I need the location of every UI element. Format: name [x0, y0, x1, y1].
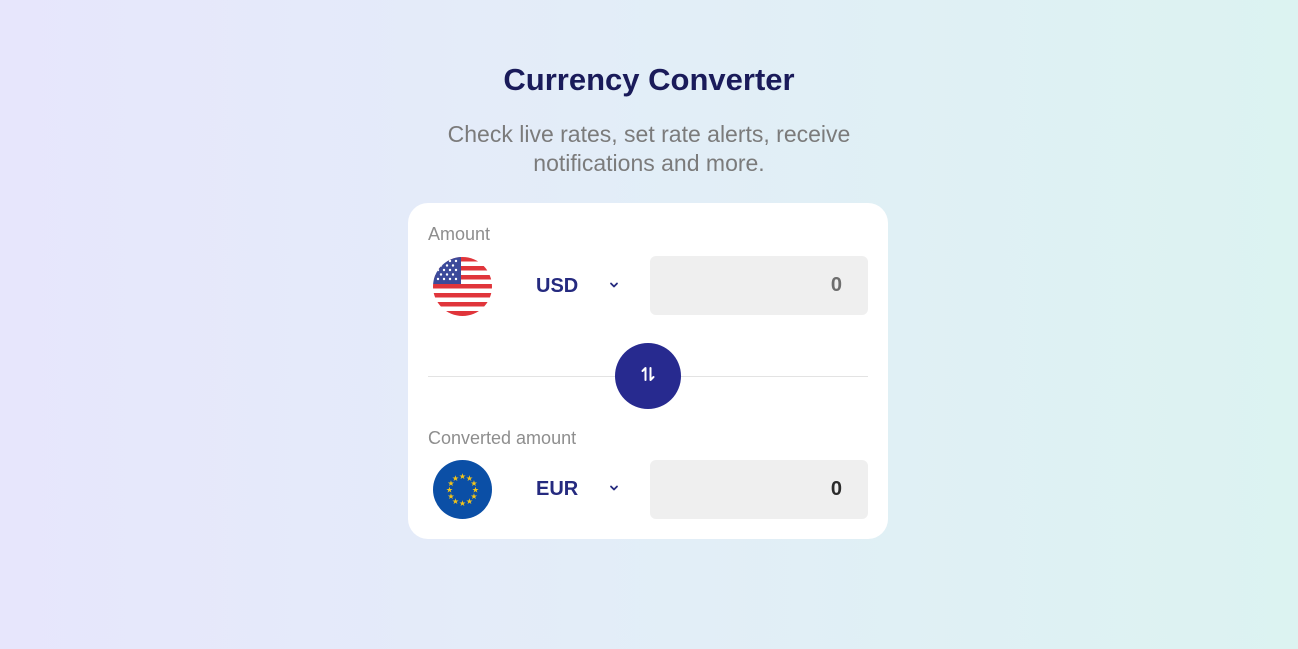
swap-arrows-icon	[637, 363, 659, 390]
to-currency-select[interactable]: EUR	[520, 469, 628, 509]
svg-text:★: ★	[452, 474, 459, 483]
from-currency-select[interactable]: USD	[520, 266, 628, 306]
converted-amount-label: Converted amount	[428, 428, 577, 448]
swap-button[interactable]	[615, 343, 681, 409]
eu-flag-icon: ★ ★ ★ ★ ★ ★ ★ ★ ★ ★ ★ ★	[433, 460, 492, 519]
amount-label: Amount	[428, 224, 491, 244]
to-currency-code: EUR	[536, 477, 579, 500]
svg-text:★: ★	[459, 499, 466, 508]
converter-card: Amount USD 0 Converted amount ★ ★ ★ ★ ★ …	[408, 203, 888, 539]
converted-amount-output: 0	[650, 460, 868, 519]
amount-input[interactable]: 0	[650, 256, 868, 315]
chevron-down-icon	[608, 278, 620, 290]
svg-text:★: ★	[466, 497, 473, 506]
us-flag-icon	[433, 257, 492, 316]
page-title: Currency Converter	[503, 62, 795, 97]
chevron-down-icon	[608, 481, 620, 493]
from-currency-code: USD	[536, 274, 579, 297]
page-subtitle: Check live rates, set rate alerts, recei…	[447, 121, 851, 176]
